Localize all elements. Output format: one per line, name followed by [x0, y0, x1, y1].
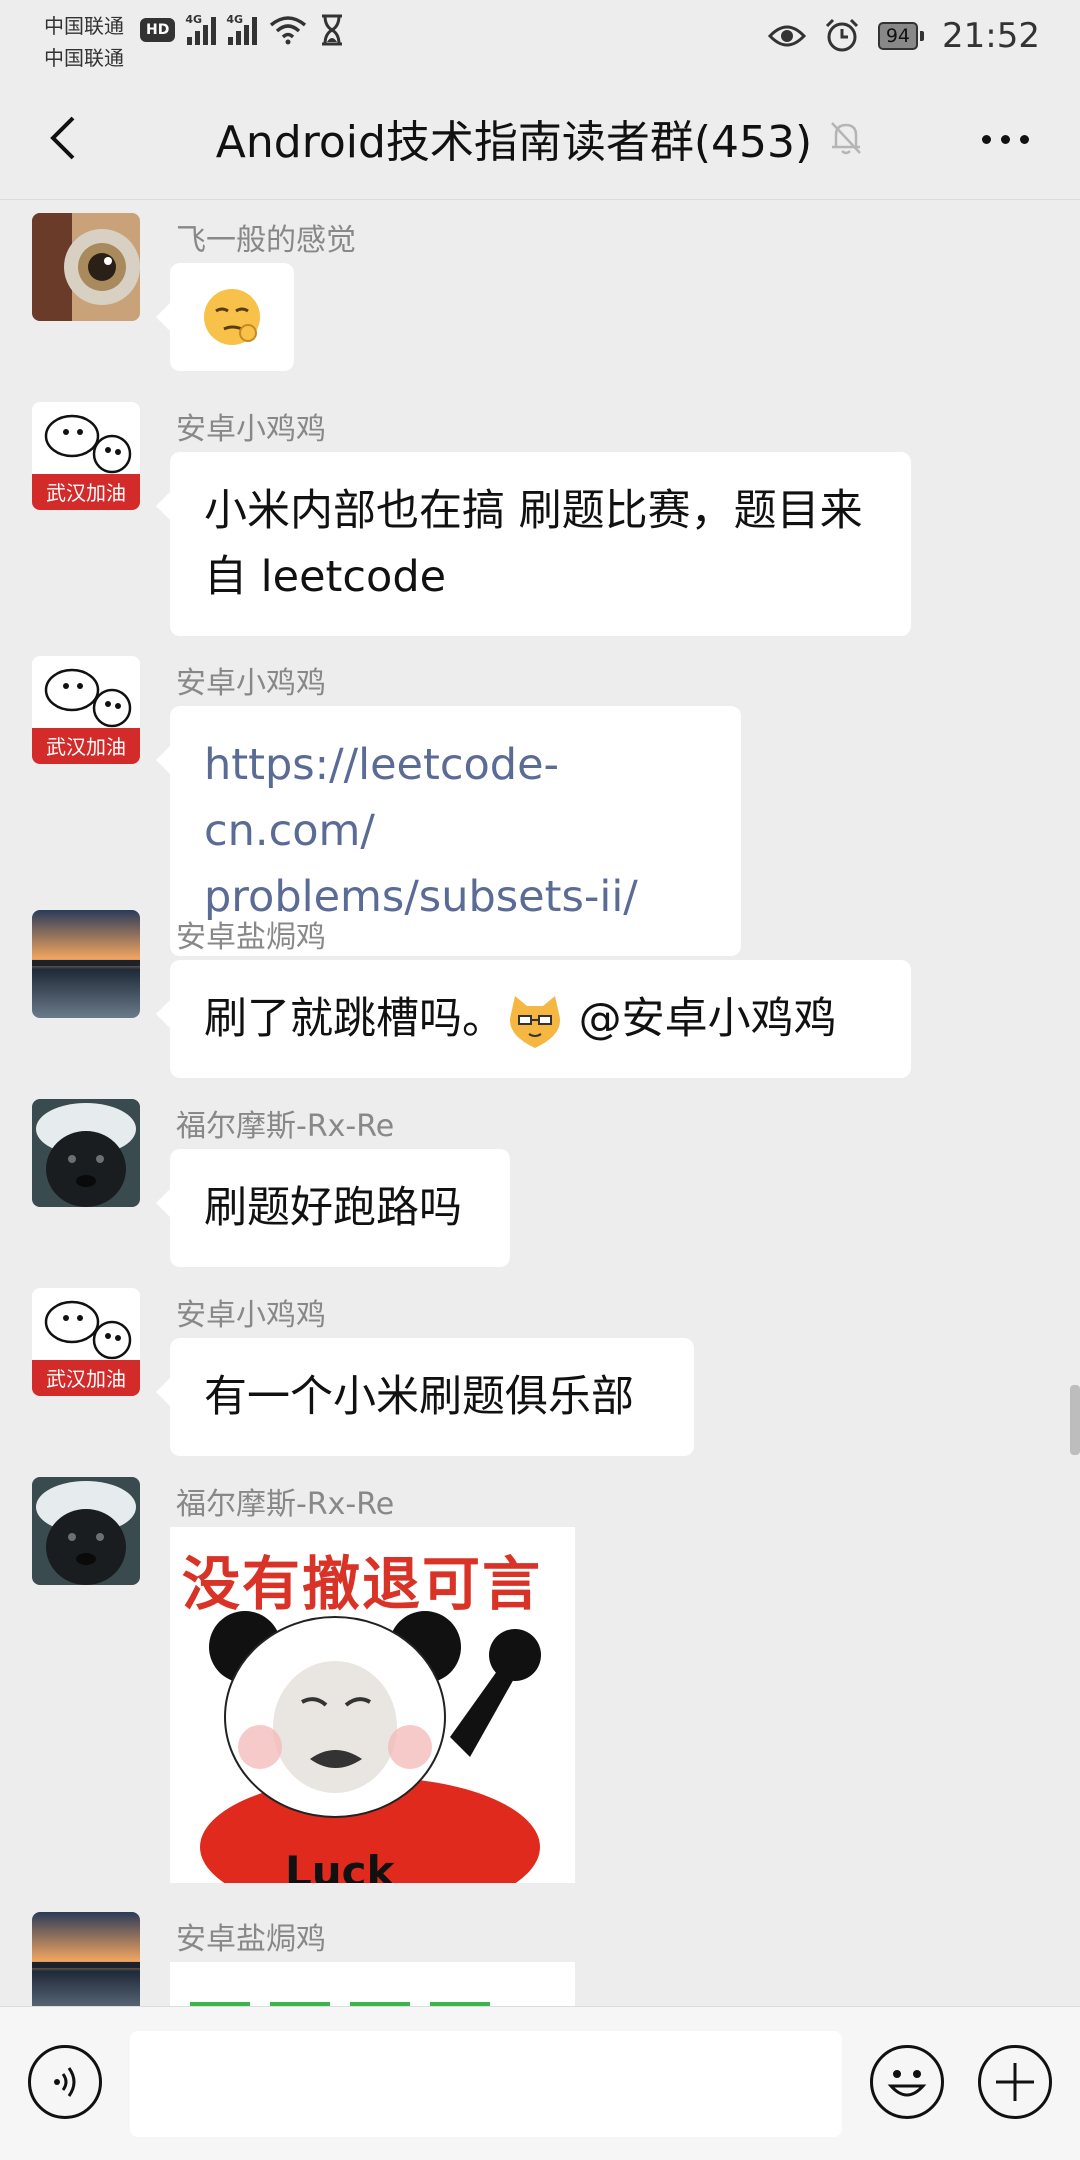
- message-input[interactable]: [130, 2031, 842, 2137]
- battery-level: 94: [877, 22, 919, 50]
- plus-button[interactable]: [978, 2045, 1052, 2119]
- voice-button[interactable]: [28, 2045, 102, 2119]
- status-time: 21:52: [942, 16, 1040, 56]
- avatar[interactable]: [32, 1477, 140, 1585]
- link-line[interactable]: https://leetcode-cn.com/: [204, 732, 707, 864]
- message-text: 刷了就跳槽吗。: [204, 994, 505, 1044]
- message-bubble[interactable]: 刷了就跳槽吗。 @安卓小鸡鸡: [156, 960, 911, 1078]
- sender-name: 安卓小鸡鸡: [176, 412, 326, 447]
- eye-icon: [767, 25, 806, 47]
- message-bubble[interactable]: [156, 263, 294, 371]
- avatar[interactable]: 武汉加油: [32, 1288, 140, 1396]
- sender-name: 安卓小鸡鸡: [176, 1298, 326, 1333]
- message-text: 有一个小米刷题俱乐部: [204, 1372, 634, 1422]
- sticker-caption: Luck: [285, 1847, 395, 1883]
- cat-emoji-icon: [510, 995, 560, 1048]
- sender-name: 飞一般的感觉: [176, 223, 356, 258]
- wifi-icon: [270, 16, 307, 45]
- voice-icon: [54, 2067, 76, 2097]
- avatar-label: 武汉加油: [46, 735, 126, 759]
- avatar-label: 武汉加油: [46, 481, 126, 505]
- carrier-1: 中国联通: [44, 14, 124, 38]
- message-text-line: 自 leetcode: [204, 552, 447, 602]
- alarm-icon: [825, 18, 858, 52]
- scrollbar-thumb[interactable]: [1070, 1385, 1080, 1455]
- sender-name: 安卓盐焗鸡: [176, 1922, 326, 1957]
- mention-text: @安卓小鸡鸡: [565, 994, 837, 1044]
- avatar[interactable]: 武汉加油: [32, 656, 140, 764]
- status-bar: 中国联通 中国联通 HD 4G 4G 94 21:52: [0, 0, 1080, 76]
- avatar-label: 武汉加油: [46, 1367, 126, 1391]
- input-bar: [0, 2006, 1080, 2160]
- more-dot: [1019, 134, 1029, 144]
- message-bubble[interactable]: 刷题好跑路吗: [156, 1149, 510, 1267]
- hd-badge: HD: [140, 18, 176, 42]
- header-title-wrap: Android技术指南读者群(453): [0, 76, 1080, 200]
- avatar[interactable]: [32, 910, 140, 1018]
- avatar[interactable]: 武汉加油: [32, 402, 140, 510]
- hourglass-icon: [322, 14, 343, 46]
- smirk-emoji-icon: [204, 289, 260, 345]
- emoji-button[interactable]: [870, 2045, 944, 2119]
- message-text: 刷题好跑路吗: [204, 1183, 462, 1233]
- page-title: Android技术指南读者群(453): [215, 117, 813, 168]
- chat-header: Android技术指南读者群(453): [0, 76, 1080, 200]
- sender-name: 福尔摩斯-Rx-Re: [176, 1109, 395, 1144]
- status-icons-right: 94 21:52: [767, 14, 1040, 58]
- battery-icon: 94: [877, 22, 925, 50]
- sender-name: 安卓盐焗鸡: [176, 920, 326, 955]
- message-bubble[interactable]: 有一个小米刷题俱乐部: [156, 1338, 694, 1456]
- signal-icon: 4G: [185, 13, 217, 45]
- more-dot: [1000, 134, 1010, 144]
- sender-name: 安卓小鸡鸡: [176, 666, 326, 701]
- sender-name: 福尔摩斯-Rx-Re: [176, 1487, 395, 1522]
- avatar[interactable]: [32, 1912, 140, 2006]
- avatar[interactable]: [32, 1099, 140, 1207]
- more-button[interactable]: [970, 114, 1040, 164]
- message-text-line: 小米内部也在搞 刷题比赛，题目来: [204, 486, 863, 536]
- mute-bell-icon: [831, 122, 862, 155]
- more-dot: [981, 134, 991, 144]
- smile-icon: [887, 2070, 927, 2097]
- sticker-image[interactable]: [170, 1962, 575, 2006]
- status-icons-left: HD 4G 4G: [140, 10, 345, 50]
- avatar[interactable]: [32, 213, 140, 321]
- signal-icon-2: 4G: [226, 13, 258, 45]
- message-list[interactable]: 飞一般的感觉 武汉加油 安卓小鸡鸡 小米内部也在搞 刷题比赛，题目来 自 lee…: [0, 201, 1080, 2006]
- carrier-2: 中国联通: [44, 46, 124, 70]
- sticker-text: 没有撤退可言: [182, 1550, 543, 1618]
- message-bubble[interactable]: 小米内部也在搞 刷题比赛，题目来 自 leetcode: [156, 452, 911, 636]
- sticker-image[interactable]: 没有撤退可言 Luck: [170, 1527, 575, 1883]
